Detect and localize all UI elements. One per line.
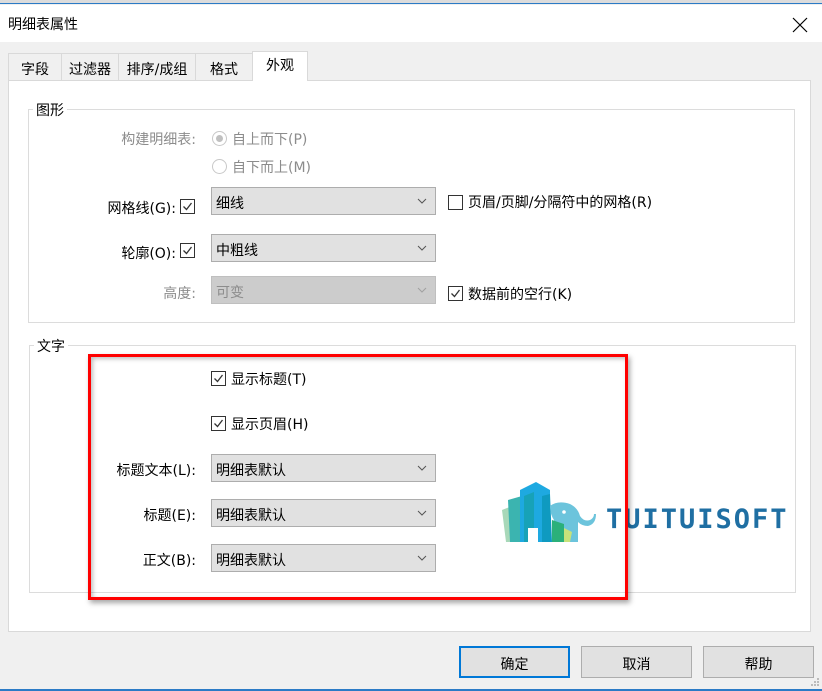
tab-fields[interactable]: 字段 bbox=[8, 53, 62, 81]
show-header-label[interactable]: 显示页眉(H) bbox=[231, 414, 308, 434]
gridlines-select-value: 细线 bbox=[216, 196, 244, 212]
cancel-button[interactable]: 取消 bbox=[581, 646, 692, 678]
title-text-label: 标题文本(L): bbox=[116, 463, 196, 479]
tuituisoft-watermark: TUITUISOFT bbox=[498, 480, 788, 545]
height-label: 高度: bbox=[163, 286, 196, 302]
tab-sorting-grouping[interactable]: 排序/成组 bbox=[118, 53, 196, 81]
outline-label: 轮廓(O): bbox=[121, 246, 176, 262]
show-title-label[interactable]: 显示标题(T) bbox=[231, 369, 306, 389]
chevron-down-icon bbox=[417, 245, 427, 251]
text-group-title: 文字 bbox=[34, 336, 68, 356]
radio-bottom-up[interactable] bbox=[212, 159, 227, 174]
header-select[interactable]: 明细表默认 bbox=[211, 499, 436, 527]
tab-appearance[interactable]: 外观 bbox=[252, 51, 308, 81]
title-text-select-value: 明细表默认 bbox=[216, 463, 286, 479]
chevron-down-icon bbox=[417, 198, 427, 204]
blank-row-label[interactable]: 数据前的空行(K) bbox=[468, 284, 572, 304]
close-icon bbox=[788, 13, 812, 37]
header-label: 标题(E): bbox=[143, 508, 197, 524]
outline-select[interactable]: 中粗线 bbox=[211, 234, 436, 262]
graphics-group-title: 图形 bbox=[33, 100, 67, 120]
radio-bottom-up-label: 自下而上(M) bbox=[232, 160, 312, 176]
header-footer-grid-label[interactable]: 页眉/页脚/分隔符中的网格(R) bbox=[468, 192, 652, 212]
tab-filter[interactable]: 过滤器 bbox=[61, 53, 119, 81]
radio-top-down-label: 自上而下(P) bbox=[232, 132, 308, 148]
chevron-down-icon bbox=[417, 555, 427, 561]
show-header-checkbox[interactable] bbox=[211, 416, 226, 431]
body-select-value: 明细表默认 bbox=[216, 553, 286, 569]
tab-formatting[interactable]: 格式 bbox=[195, 53, 253, 81]
chevron-down-icon bbox=[417, 287, 427, 293]
ok-button[interactable]: 确定 bbox=[459, 646, 570, 678]
gridlines-label: 网格线(G): bbox=[107, 201, 177, 217]
resize-grip-icon[interactable] bbox=[810, 677, 820, 687]
outline-select-value: 中粗线 bbox=[216, 243, 258, 259]
chevron-down-icon bbox=[417, 510, 427, 516]
elephant-building-logo-icon bbox=[502, 482, 596, 542]
radio-top-down[interactable] bbox=[212, 131, 227, 146]
watermark-text: TUITUISOFT bbox=[606, 504, 789, 535]
gridlines-checkbox[interactable] bbox=[180, 199, 195, 214]
body-select[interactable]: 明细表默认 bbox=[211, 544, 436, 572]
body-label: 正文(B): bbox=[142, 553, 196, 569]
header-select-value: 明细表默认 bbox=[216, 508, 286, 524]
help-button[interactable]: 帮助 bbox=[703, 646, 814, 678]
close-button[interactable] bbox=[788, 13, 812, 37]
blank-row-checkbox[interactable] bbox=[448, 286, 463, 301]
height-select-value: 可变 bbox=[216, 285, 244, 301]
title-bar: 明细表属性 bbox=[0, 5, 822, 42]
window-top-border bbox=[0, 0, 822, 4]
title-text-select[interactable]: 明细表默认 bbox=[211, 454, 436, 482]
outline-checkbox[interactable] bbox=[180, 243, 195, 258]
gridlines-select[interactable]: 细线 bbox=[211, 187, 436, 215]
chevron-down-icon bbox=[417, 465, 427, 471]
dialog-title: 明细表属性 bbox=[8, 17, 78, 33]
height-select: 可变 bbox=[211, 276, 436, 304]
build-schedule-label: 构建明细表: bbox=[121, 132, 196, 148]
show-title-checkbox[interactable] bbox=[211, 371, 226, 386]
header-footer-grid-checkbox[interactable] bbox=[448, 195, 463, 210]
